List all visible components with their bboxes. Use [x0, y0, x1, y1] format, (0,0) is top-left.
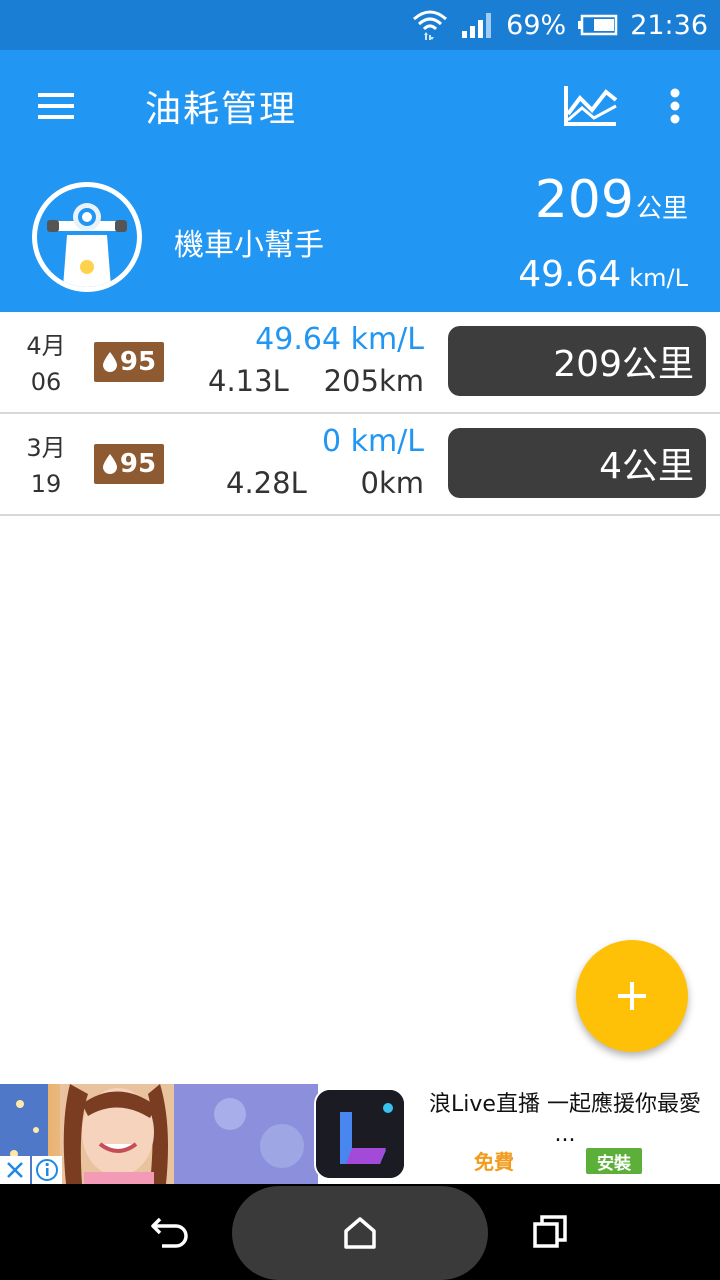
ad-app-icon[interactable] — [314, 1088, 406, 1180]
total-distance: 209 公里 — [535, 170, 688, 230]
clock: 21:36 — [630, 9, 708, 41]
system-nav-bar — [0, 1184, 720, 1280]
vehicle-avatar[interactable] — [32, 182, 142, 292]
average-efficiency-unit: km/L — [629, 264, 688, 292]
fuel-record-row[interactable]: 3月 19 95 0 km/L 4.28L 0km 4公里 — [0, 414, 720, 516]
chart-button[interactable] — [556, 78, 624, 134]
recent-apps-icon — [533, 1215, 567, 1248]
back-button[interactable] — [130, 1200, 210, 1264]
record-efficiency: 0 km/L — [321, 424, 424, 459]
fuel-record-row[interactable]: 4月 06 95 49.64 km/L 4.13L 205km 209公里 — [0, 312, 720, 414]
record-odometer: 209公里 — [448, 326, 706, 396]
fuel-grade: 95 — [119, 347, 157, 377]
wifi-icon — [412, 9, 448, 41]
ad-close-button[interactable] — [0, 1156, 30, 1184]
menu-button[interactable] — [22, 78, 90, 134]
home-button[interactable] — [232, 1186, 488, 1280]
record-distance: 205km — [323, 364, 424, 398]
scooter-icon — [47, 203, 127, 287]
back-icon — [151, 1217, 188, 1248]
record-month: 3月 — [26, 434, 66, 462]
ad-headline: 浪Live直播 一起應援你最愛 ... — [410, 1090, 720, 1150]
info-icon — [36, 1159, 58, 1181]
ad-free-label: 免費 — [474, 1150, 514, 1174]
page-title: 油耗管理 — [145, 89, 298, 130]
record-date: 3月 19 — [14, 430, 78, 502]
app-screen: 69% 21:36 油耗管理 機車小幫手 209 公里 49.64 km/L 4… — [0, 0, 720, 1280]
record-date: 4月 06 — [14, 328, 78, 400]
fuel-drop-icon — [102, 352, 117, 372]
fuel-grade-badge: 95 — [94, 342, 164, 382]
ad-banner[interactable]: 浪Live直播 一起應援你最愛 ... 免費 安裝 — [0, 1084, 720, 1184]
total-distance-value: 209 — [534, 170, 634, 230]
record-efficiency: 49.64 km/L — [255, 322, 424, 357]
fuel-drop-icon — [102, 454, 117, 474]
fuel-grade: 95 — [119, 449, 157, 479]
vehicle-summary: 機車小幫手 209 公里 49.64 km/L — [0, 162, 720, 312]
battery-percent: 69% — [506, 9, 567, 41]
record-day: 19 — [30, 470, 62, 498]
record-fuel-volume: 4.28L — [226, 466, 307, 500]
average-efficiency: 49.64 km/L — [518, 254, 688, 295]
total-distance-unit: 公里 — [635, 194, 688, 224]
close-icon — [7, 1162, 23, 1178]
status-bar: 69% 21:36 — [0, 0, 720, 50]
signal-icon — [460, 11, 494, 39]
menu-icon — [38, 93, 74, 119]
record-fuel-volume: 4.13L — [208, 364, 289, 398]
add-record-button[interactable] — [576, 940, 688, 1052]
record-distance: 0km — [360, 466, 425, 500]
ad-install-button[interactable]: 安裝 — [586, 1148, 642, 1174]
ad-title: 浪Live直播 一起應援你最愛 — [429, 1092, 701, 1117]
recent-apps-button[interactable] — [510, 1200, 590, 1264]
battery-icon — [578, 13, 618, 37]
record-day: 06 — [30, 368, 62, 396]
plus-icon — [618, 982, 646, 1010]
ad-ellipsis: ... — [554, 1122, 576, 1147]
record-month: 4月 — [26, 332, 66, 360]
average-efficiency-value: 49.64 — [518, 254, 622, 295]
record-odometer: 4公里 — [448, 428, 706, 498]
ad-info-button[interactable] — [32, 1156, 62, 1184]
home-icon — [344, 1217, 376, 1249]
app-bar: 油耗管理 — [0, 50, 720, 162]
fuel-grade-badge: 95 — [94, 444, 164, 484]
chart-icon — [564, 86, 618, 126]
fuel-record-list: 4月 06 95 49.64 km/L 4.13L 205km 209公里 3月… — [0, 312, 720, 516]
more-options-button[interactable] — [650, 78, 700, 134]
more-vert-icon — [670, 88, 680, 124]
vehicle-name: 機車小幫手 — [174, 228, 324, 263]
